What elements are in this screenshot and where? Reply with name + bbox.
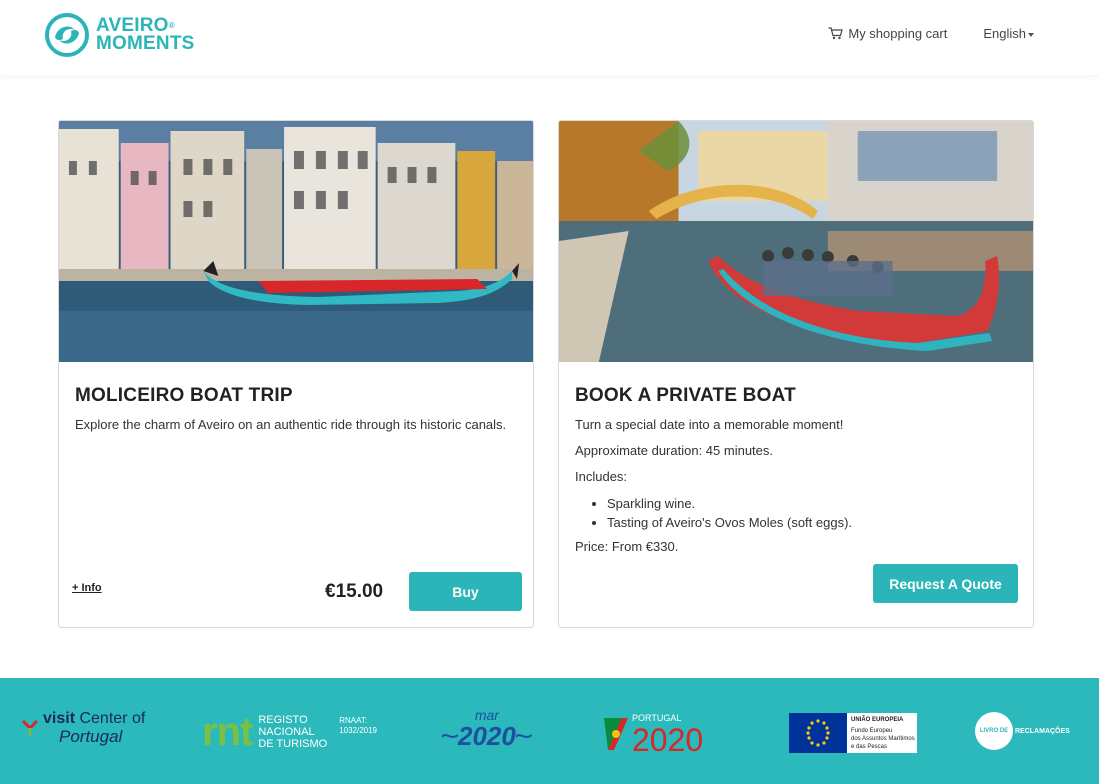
wave-icon [442, 734, 458, 738]
card-title: BOOK A PRIVATE BOAT [575, 385, 796, 406]
price-text: Price: From €330. [575, 539, 679, 554]
eu-flag-icon [789, 713, 847, 753]
card-paragraph: Turn a special date into a memorable mom… [575, 417, 844, 432]
visit-center-text: Center of [79, 710, 146, 727]
chevron-down-icon [1028, 32, 1034, 37]
logo-line-2: MOMENTS [96, 33, 195, 54]
rnt-mark: rnt [202, 710, 253, 754]
includes-list: Sparkling wine. Tasting of Aveiro's Ovos… [607, 494, 1015, 532]
cart-label: My shopping cart [848, 26, 948, 41]
visit-center-portugal-logo[interactable]: visit Center of Portugal [20, 710, 145, 746]
moliceiro-canal-photo [59, 121, 533, 362]
shopping-cart-link[interactable]: My shopping cart [828, 26, 947, 41]
private-boat-photo [559, 121, 1033, 362]
card-title: MOLICEIRO BOAT TRIP [75, 385, 293, 406]
eu-line-1: Fundo Europeu [851, 727, 893, 734]
product-card-private-boat: BOOK A PRIVATE BOAT Turn a special date … [558, 120, 1034, 628]
book-circle-icon: LIVRO DE [975, 712, 1013, 750]
site-footer: visit Center of Portugal rnt REGISTO NAC… [0, 678, 1099, 784]
visit-portugal-text: Portugal [59, 727, 123, 746]
language-dropdown[interactable]: English [983, 26, 1034, 41]
rnt-line-1: REGISTO [258, 714, 308, 726]
swirl-logo-icon [45, 13, 89, 57]
request-quote-button[interactable]: Request A Quote [873, 564, 1018, 603]
card-description: Turn a special date into a memorable mom… [575, 416, 1015, 564]
rnt-logo[interactable]: rnt REGISTO NACIONAL DE TURISMO RNAAT: 1… [202, 712, 377, 752]
aveiro-moments-logo[interactable]: AVEIRO® MOMENTS [45, 13, 195, 57]
price-label: €15.00 [325, 581, 384, 602]
list-item: Sparkling wine. [607, 494, 1015, 513]
card-description-text: Explore the charm of Aveiro on an authen… [75, 417, 507, 432]
rnaat-number: 1032/2019 [339, 726, 378, 735]
wave-icon [515, 734, 532, 738]
uniao-europeia-logo[interactable]: UNIÃO EUROPEIA Fundo Europeu dos Assunto… [789, 713, 917, 753]
portugal-2020-logo[interactable]: PORTUGAL 2020 [600, 712, 703, 756]
rnaat-label: RNAAT: [339, 716, 368, 725]
card-paragraph: Approximate duration: 45 minutes. [575, 443, 773, 458]
portugal-flag-icon [604, 718, 628, 750]
list-item: Tasting of Aveiro's Ovos Moles (soft egg… [607, 513, 1015, 532]
rnt-line-3: DE TURISMO [258, 738, 328, 750]
visit-star-icon [21, 719, 39, 736]
portugal-2020-year: 2020 [632, 722, 704, 758]
cart-icon [828, 27, 844, 40]
card-paragraph: Includes: [575, 469, 628, 484]
top-nav: My shopping cart English [828, 26, 1034, 41]
product-card-moliceiro: MOLICEIRO BOAT TRIP Explore the charm of… [58, 120, 534, 628]
livro-label-1: LIVRO DE [979, 728, 1009, 734]
eu-title: UNIÃO EUROPEIA [851, 716, 904, 723]
eu-line-3: e das Pescas [851, 743, 888, 750]
livro-label-2: RECLAMAÇÕES [1015, 727, 1070, 735]
card-description: Explore the charm of Aveiro on an authen… [75, 416, 515, 442]
mar-text: mar [474, 707, 499, 723]
mar-2020-logo[interactable]: mar 2020 [442, 708, 532, 750]
logo-registered-mark: ® [168, 21, 175, 30]
rnt-line-2: NACIONAL [258, 726, 315, 738]
more-info-link[interactable]: + Info [72, 582, 102, 594]
site-header: AVEIRO® MOMENTS My shopping cart English [0, 0, 1099, 75]
visit-text: visit [43, 710, 76, 727]
livro-reclamacoes-logo[interactable]: LIVRO DE RECLAMAÇÕES [975, 712, 1070, 750]
buy-button[interactable]: Buy [409, 572, 522, 611]
eu-line-2: dos Assuntos Marítimos [851, 735, 915, 742]
language-label: English [983, 26, 1026, 41]
mar-year: 2020 [458, 721, 516, 751]
